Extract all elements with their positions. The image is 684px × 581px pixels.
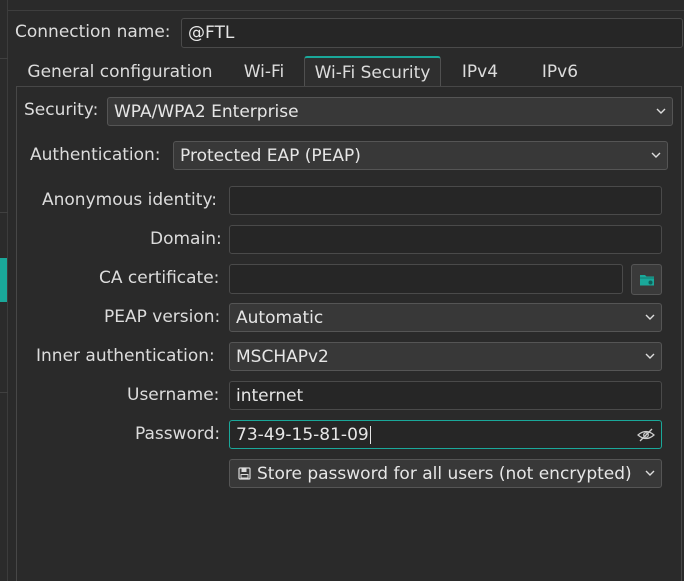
security-select[interactable]: WPA/WPA2 Enterprise [107,97,673,126]
sidebar-divider [0,58,8,59]
tab-label: Wi-Fi Security [314,62,431,83]
floppy-disk-icon [238,467,251,480]
connection-name-input[interactable]: @FTL [181,18,683,48]
password-label: Password: [135,424,221,444]
tab-label: General configuration [27,61,213,82]
username-input[interactable]: internet [229,381,662,410]
inner-authentication-label: Inner authentication: [36,346,215,366]
chevron-down-icon [656,108,666,114]
chevron-down-icon [651,152,661,158]
chevron-down-icon [645,314,655,320]
peap-version-select[interactable]: Automatic [229,303,662,332]
tab-general-configuration[interactable]: General configuration [14,56,226,87]
peap-version-label: PEAP version: [104,307,221,327]
inner-authentication-value: MSCHAPv2 [236,346,329,367]
password-input[interactable]: 73-49-15-81-09 [229,420,662,449]
domain-input[interactable] [229,225,662,254]
peap-version-value: Automatic [236,307,324,328]
top-divider [8,10,684,11]
connection-name-label: Connection name: [15,22,171,42]
tab-label: IPv4 [461,61,499,82]
domain-label: Domain: [150,229,222,249]
tab-ipv4[interactable]: IPv4 [454,56,506,87]
authentication-select[interactable]: Protected EAP (PEAP) [173,141,668,170]
sidebar-divider [0,392,8,393]
authentication-value: Protected EAP (PEAP) [180,145,361,166]
tab-label: IPv6 [541,61,579,82]
password-value: 73-49-15-81-09 [236,424,369,445]
password-storage-value: Store password for all users (not encryp… [257,463,632,484]
username-label: Username: [127,385,220,405]
authentication-label: Authentication: [30,145,161,165]
ca-certificate-browse-button[interactable] [631,264,662,295]
username-value: internet [236,385,304,406]
inner-authentication-select[interactable]: MSCHAPv2 [229,342,662,371]
tab-wifi[interactable]: Wi-Fi [233,56,295,87]
connection-name-value: @FTL [188,23,235,43]
ca-certificate-input[interactable] [229,264,623,294]
sidebar-selection-indicator [0,258,7,302]
password-storage-select[interactable]: Store password for all users (not encryp… [229,459,662,488]
security-value: WPA/WPA2 Enterprise [114,101,299,122]
tab-ipv6[interactable]: IPv6 [534,56,586,87]
chevron-down-icon [645,353,655,359]
tab-label: Wi-Fi [243,61,285,82]
text-caret [369,425,371,444]
anonymous-identity-input[interactable] [229,186,662,215]
sidebar-divider [0,212,8,213]
ca-certificate-label: CA certificate: [99,268,220,288]
eye-slash-icon[interactable] [637,427,655,443]
folder-open-icon [639,274,654,285]
anonymous-identity-label: Anonymous identity: [42,190,217,210]
left-sidebar-strip [0,0,8,581]
security-label: Security: [24,100,99,120]
chevron-down-icon [645,470,655,476]
tab-wifi-security[interactable]: Wi-Fi Security [304,56,441,87]
